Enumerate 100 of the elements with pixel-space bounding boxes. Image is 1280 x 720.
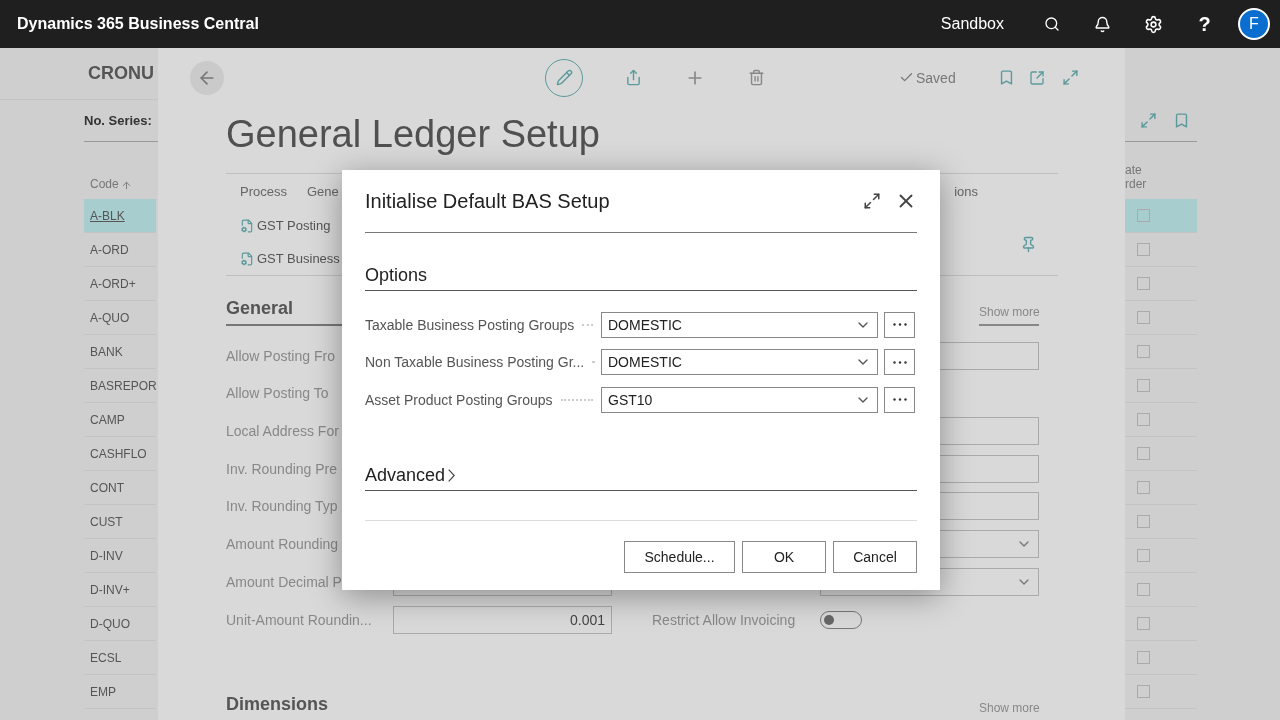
checkbox[interactable]: [1137, 379, 1150, 392]
more-options-button[interactable]: [884, 386, 915, 413]
list-row[interactable]: D-QUO: [84, 607, 156, 641]
dotted-leader: [582, 323, 593, 326]
field-label: Non Taxable Business Posting Gr...: [365, 354, 585, 371]
more-options-button[interactable]: [884, 311, 915, 338]
checkbox[interactable]: [1137, 413, 1150, 426]
bell-icon: [1094, 15, 1111, 33]
list-row[interactable]: ECSL: [84, 641, 156, 675]
field-label: Asset Product Posting Groups: [365, 391, 553, 408]
show-more-link[interactable]: Show more: [979, 701, 1039, 720]
expand-icon: [863, 192, 881, 210]
saved-status: Saved: [916, 69, 957, 86]
ellipsis-icon: [892, 323, 907, 327]
list-row[interactable]: EMP: [84, 675, 156, 709]
document-gear-icon: [240, 218, 254, 233]
dialog-title: Initialise Default BAS Setup: [365, 189, 611, 213]
trash-icon: [747, 69, 765, 87]
list-row[interactable]: A-BLK: [84, 199, 156, 233]
column-header-text: ate: [1125, 163, 1143, 177]
app-title: Dynamics 365 Business Central: [17, 15, 260, 33]
user-avatar[interactable]: F: [1238, 8, 1270, 40]
column-header[interactable]: Code: [90, 177, 119, 191]
checkbox[interactable]: [1137, 345, 1150, 358]
checkbox[interactable]: [1137, 651, 1150, 664]
checkbox[interactable]: [1137, 447, 1150, 460]
code-text: D-INV+: [90, 582, 130, 597]
section-heading[interactable]: Options: [365, 265, 428, 286]
checkbox[interactable]: [1137, 209, 1150, 222]
text-field[interactable]: 0.001: [393, 605, 612, 634]
search-icon: [1043, 16, 1060, 32]
dialog-button[interactable]: OK: [742, 540, 826, 573]
code-text: CONT: [90, 480, 124, 495]
list-row[interactable]: A-ORD: [84, 233, 156, 267]
chevron-right-icon: [448, 468, 456, 482]
more-options-button[interactable]: [884, 349, 915, 376]
dialog-button[interactable]: Cancel: [833, 540, 917, 573]
code-text: A-ORD+: [90, 276, 136, 291]
checkbox[interactable]: [1137, 617, 1150, 630]
code-text: A-ORD: [90, 242, 129, 257]
field-label: Unit-Amount Roundin...: [226, 611, 372, 628]
checkbox[interactable]: [1137, 685, 1150, 698]
list-row[interactable]: CUST: [84, 505, 156, 539]
checkbox[interactable]: [1137, 277, 1150, 290]
show-more-link[interactable]: Show more: [979, 304, 1039, 326]
action-tab[interactable]: ions: [954, 184, 978, 200]
list-row[interactable]: CONT: [84, 471, 156, 505]
expand-icon[interactable]: [1140, 112, 1157, 129]
code-text: BANK: [90, 344, 123, 359]
dropdown-field[interactable]: GST10: [601, 386, 878, 413]
list-row[interactable]: A-ORD+: [84, 267, 156, 301]
dialog-button[interactable]: Schedule...: [624, 540, 735, 573]
checkbox[interactable]: [1137, 481, 1150, 494]
code-text: CASHFLO: [90, 446, 147, 461]
bookmark-icon[interactable]: [1173, 112, 1190, 129]
environment-name: Sandbox: [940, 15, 1004, 33]
action-link[interactable]: GST Posting: [240, 218, 331, 234]
code-text: A-BLK: [90, 208, 125, 223]
list-row[interactable]: BASREPOR: [84, 369, 156, 403]
checkbox[interactable]: [1137, 549, 1150, 562]
share-icon: [624, 69, 642, 87]
field-label: Taxable Business Posting Groups: [365, 316, 575, 333]
list-row[interactable]: D-INV: [84, 539, 156, 573]
code-text: BASREPOR: [90, 378, 157, 393]
ellipsis-icon: [892, 360, 907, 364]
sort-arrow-icon: [120, 180, 132, 191]
checkbox[interactable]: [1137, 243, 1150, 256]
expand-button[interactable]: [863, 192, 881, 210]
dropdown-field[interactable]: DOMESTIC: [601, 311, 878, 338]
dotted-leader: [592, 361, 593, 364]
action-tab[interactable]: Gene: [306, 184, 339, 200]
back-button[interactable]: [190, 60, 224, 95]
field-label: Local Address For: [226, 423, 339, 440]
checkbox[interactable]: [1137, 515, 1150, 528]
list-row[interactable]: CASHFLO: [84, 437, 156, 471]
expand-icon: [1061, 69, 1079, 87]
dropdown-field[interactable]: DOMESTIC: [601, 349, 878, 376]
checkbox[interactable]: [1137, 311, 1150, 324]
pin-icon[interactable]: [1020, 235, 1037, 253]
filter-label: No. Series:: [84, 113, 152, 128]
gear-icon: [1144, 14, 1163, 34]
code-text: CAMP: [90, 412, 125, 427]
dotted-leader: [560, 398, 593, 401]
action-link[interactable]: GST Business: [240, 251, 340, 267]
list-row[interactable]: BANK: [84, 335, 156, 369]
list-row[interactable]: CAMP: [84, 403, 156, 437]
pencil-icon: [555, 69, 573, 87]
action-tab[interactable]: Process: [240, 184, 287, 200]
section-heading[interactable]: Dimensions: [226, 694, 342, 720]
field-label: Inv. Rounding Pre: [226, 460, 338, 477]
list-row[interactable]: A-QUO: [84, 301, 156, 335]
field-label: Inv. Rounding Typ: [226, 498, 338, 515]
help-button[interactable]: ?: [1179, 0, 1230, 48]
section-heading[interactable]: Advanced: [365, 464, 456, 486]
page-title: General Ledger Setup: [226, 112, 601, 158]
open-window-icon: [1029, 69, 1045, 86]
checkbox[interactable]: [1137, 583, 1150, 596]
list-row[interactable]: D-INV+: [84, 573, 156, 607]
field-label: Allow Posting To: [226, 385, 329, 402]
ellipsis-icon: [892, 398, 907, 402]
